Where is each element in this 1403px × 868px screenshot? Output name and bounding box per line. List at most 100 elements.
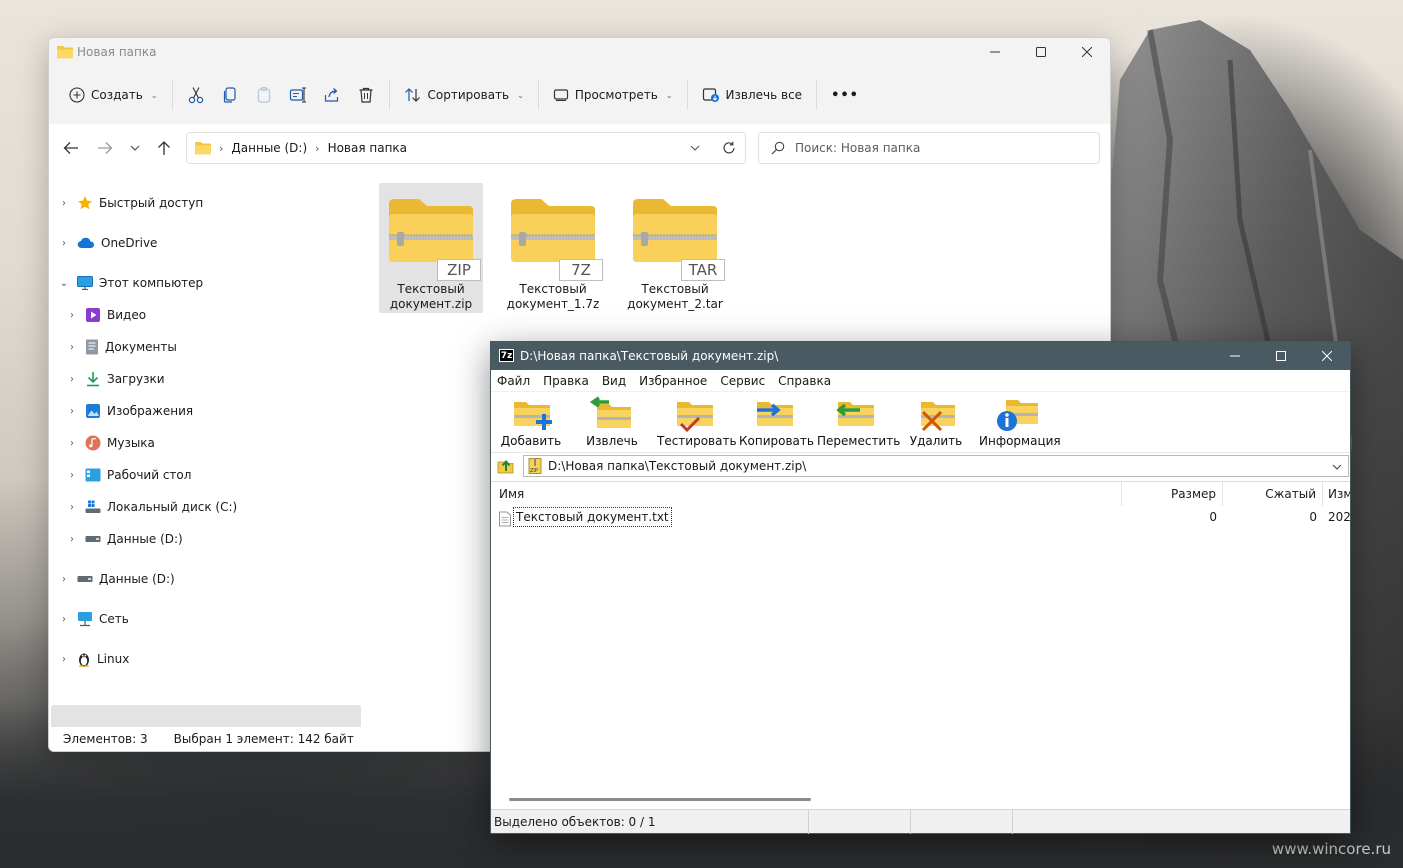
- sidebar-item-quick-access[interactable]: › Быстрый доступ: [57, 190, 203, 216]
- text-file-icon: [499, 511, 511, 527]
- sidebar-item-videos[interactable]: › Видео: [65, 302, 146, 328]
- share-button[interactable]: [315, 78, 349, 112]
- chevron-right-icon[interactable]: ›: [57, 198, 71, 209]
- chevron-right-icon[interactable]: ›: [57, 574, 71, 585]
- chevron-right-icon[interactable]: ›: [65, 406, 79, 417]
- move-button[interactable]: Переместить: [817, 396, 900, 448]
- delete-button[interactable]: Удалить: [907, 396, 965, 448]
- rename-button[interactable]: [281, 78, 315, 112]
- recent-locations-chevron-icon[interactable]: [130, 145, 140, 151]
- address-history-chevron-icon[interactable]: [690, 145, 700, 151]
- create-button[interactable]: Создать ⌄: [61, 78, 166, 112]
- 7zip-titlebar[interactable]: 7z D:\Новая папка\Текстовый документ.zip…: [491, 342, 1350, 370]
- refresh-icon[interactable]: [722, 141, 736, 155]
- address-bar[interactable]: › Данные (D:) › Новая папка: [186, 132, 746, 164]
- chevron-right-icon[interactable]: ›: [65, 470, 79, 481]
- maximize-button[interactable]: [1258, 342, 1304, 370]
- drive-icon: [85, 536, 101, 542]
- forward-arrow-icon[interactable]: [97, 141, 113, 155]
- menu-help[interactable]: Справка: [778, 374, 831, 388]
- breadcrumb-current-folder[interactable]: Новая папка: [328, 141, 407, 155]
- sidebar-item-linux[interactable]: › Linux: [57, 646, 129, 672]
- info-button[interactable]: Информация: [979, 396, 1061, 448]
- clipboard-icon: [257, 86, 270, 103]
- copy-button[interactable]: [213, 78, 247, 112]
- chevron-right-icon[interactable]: ›: [57, 654, 71, 665]
- search-input[interactable]: Поиск: Новая папка: [758, 132, 1100, 164]
- column-header-modified[interactable]: Изм: [1323, 482, 1350, 506]
- menu-file[interactable]: Файл: [497, 374, 530, 388]
- more-options-button[interactable]: •••: [823, 78, 867, 112]
- close-button[interactable]: [1304, 342, 1350, 370]
- view-button[interactable]: Просмотреть ⌄: [545, 78, 681, 112]
- 7zip-path-text: D:\Новая папка\Текстовый документ.zip\: [548, 459, 807, 473]
- sidebar-item-downloads[interactable]: › Загрузки: [65, 366, 165, 392]
- sidebar-item-onedrive[interactable]: › OneDrive: [57, 230, 157, 256]
- close-button[interactable]: [1064, 38, 1110, 66]
- chevron-right-icon[interactable]: ›: [65, 310, 79, 321]
- chevron-right-icon[interactable]: ›: [57, 614, 71, 625]
- chevron-right-icon[interactable]: ›: [65, 374, 79, 385]
- chevron-right-icon[interactable]: ›: [57, 238, 71, 249]
- file-tile-tar[interactable]: TAR Текстовый документ_2.tar: [623, 183, 727, 313]
- minimize-button[interactable]: [1212, 342, 1258, 370]
- chevron-right-icon[interactable]: ›: [65, 502, 79, 513]
- add-button[interactable]: Добавить: [499, 396, 563, 448]
- chevron-down-icon[interactable]: [1332, 464, 1342, 470]
- file-name-label: Текстовый документ.zip: [389, 282, 473, 311]
- navigation-pane: › Быстрый доступ › OneDrive ⌄ Этот компь…: [49, 178, 363, 733]
- explorer-titlebar[interactable]: Новая папка: [49, 38, 1110, 66]
- up-folder-icon[interactable]: [497, 457, 515, 475]
- file-tile-zip[interactable]: ZIP Текстовый документ.zip: [379, 183, 483, 313]
- file-name-cell[interactable]: Текстовый документ.txt: [513, 507, 672, 527]
- test-button[interactable]: Тестировать: [657, 396, 737, 448]
- column-header-size[interactable]: Размер: [1122, 482, 1223, 506]
- chevron-right-icon[interactable]: ›: [65, 534, 79, 545]
- column-header-name[interactable]: Имя: [491, 482, 1122, 506]
- sort-button[interactable]: Сортировать ⌄: [396, 78, 532, 112]
- up-arrow-icon[interactable]: [157, 140, 171, 156]
- sidebar-item-documents[interactable]: › Документы: [65, 334, 177, 360]
- delete-button[interactable]: [349, 78, 383, 112]
- menu-favorites[interactable]: Избранное: [639, 374, 707, 388]
- sidebar-item-this-pc[interactable]: ⌄ Этот компьютер: [57, 270, 203, 296]
- sidebar-item-label: Быстрый доступ: [99, 196, 204, 210]
- cut-button[interactable]: [179, 78, 213, 112]
- chevron-right-icon[interactable]: ›: [65, 342, 79, 353]
- folder-icon: [57, 46, 73, 59]
- minimize-icon: [1230, 355, 1240, 357]
- maximize-button[interactable]: [1018, 38, 1064, 66]
- menu-view[interactable]: Вид: [602, 374, 626, 388]
- breadcrumb-drive-d[interactable]: Данные (D:): [231, 141, 307, 155]
- sidebar-item-desktop[interactable]: › Рабочий стол: [65, 462, 191, 488]
- music-icon: [85, 435, 101, 451]
- sidebar-item-data-drive-d[interactable]: › Данные (D:): [65, 526, 183, 552]
- 7zip-path-combobox[interactable]: ZIP D:\Новая папка\Текстовый документ.zi…: [523, 455, 1349, 477]
- column-header-packed[interactable]: Сжатый: [1223, 482, 1323, 506]
- horizontal-scrollbar-thumb[interactable]: [509, 798, 811, 801]
- sidebar-item-music[interactable]: › Музыка: [65, 430, 155, 456]
- 7zip-status-bar: Выделено объектов: 0 / 1: [491, 809, 1350, 834]
- file-tile-7z[interactable]: 7Z Текстовый документ_1.7z: [501, 183, 605, 313]
- sidebar-item-data-drive-d-root[interactable]: › Данные (D:): [57, 566, 175, 592]
- copy-arrow-icon: [757, 402, 793, 426]
- sidebar-item-local-disk-c[interactable]: › Локальный диск (C:): [65, 494, 237, 520]
- 7zip-file-manager-window[interactable]: 7z D:\Новая папка\Текстовый документ.zip…: [490, 341, 1351, 834]
- minimize-button[interactable]: [972, 38, 1018, 66]
- chevron-down-icon[interactable]: ⌄: [57, 278, 71, 289]
- sidebar-item-label: OneDrive: [101, 236, 158, 250]
- chevron-right-icon[interactable]: ›: [65, 438, 79, 449]
- menu-tools[interactable]: Сервис: [720, 374, 765, 388]
- 7zip-file-list[interactable]: Имя Размер Сжатый Изм Текстовый документ…: [491, 481, 1350, 809]
- extract-all-button[interactable]: Извлечь все: [694, 78, 811, 112]
- menu-edit[interactable]: Правка: [543, 374, 589, 388]
- linux-penguin-icon: [79, 653, 89, 667]
- sidebar-item-pictures[interactable]: › Изображения: [65, 398, 193, 424]
- sidebar-item-label: Данные (D:): [99, 572, 175, 586]
- copy-button[interactable]: Копировать: [739, 396, 814, 448]
- sidebar-item-network[interactable]: › Сеть: [57, 606, 129, 632]
- extract-button[interactable]: Извлечь: [583, 396, 641, 448]
- test-label: Тестировать: [657, 434, 737, 448]
- sidebar-item-label: Рабочий стол: [107, 468, 192, 482]
- back-arrow-icon[interactable]: [63, 141, 79, 155]
